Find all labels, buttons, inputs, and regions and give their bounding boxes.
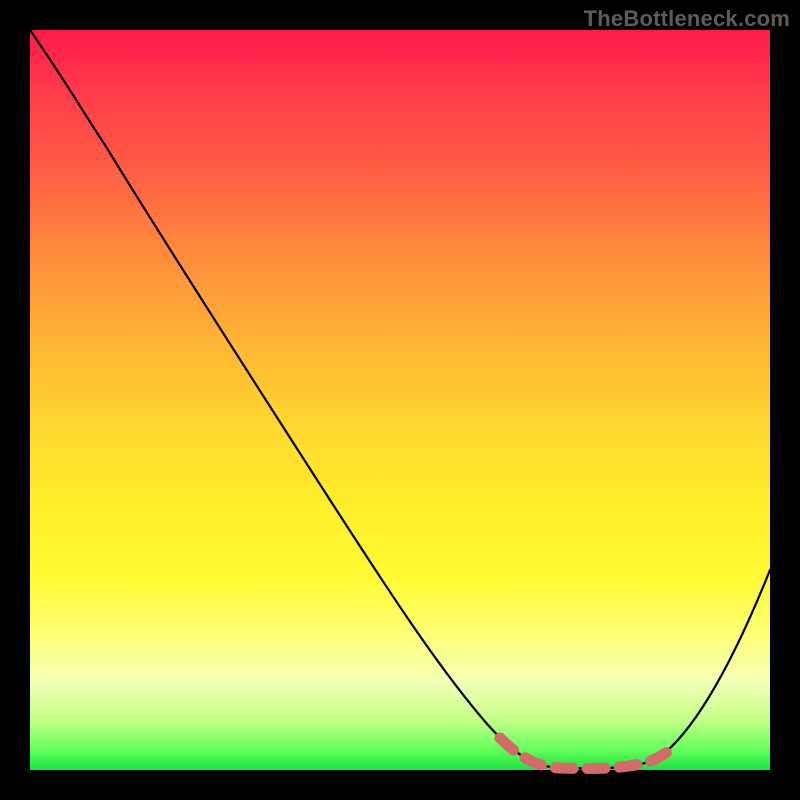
bottleneck-curve bbox=[30, 30, 770, 768]
watermark-text: TheBottleneck.com bbox=[584, 6, 790, 32]
plot-area bbox=[30, 30, 770, 770]
chart-svg bbox=[30, 30, 770, 770]
chart-frame: TheBottleneck.com bbox=[0, 0, 800, 800]
